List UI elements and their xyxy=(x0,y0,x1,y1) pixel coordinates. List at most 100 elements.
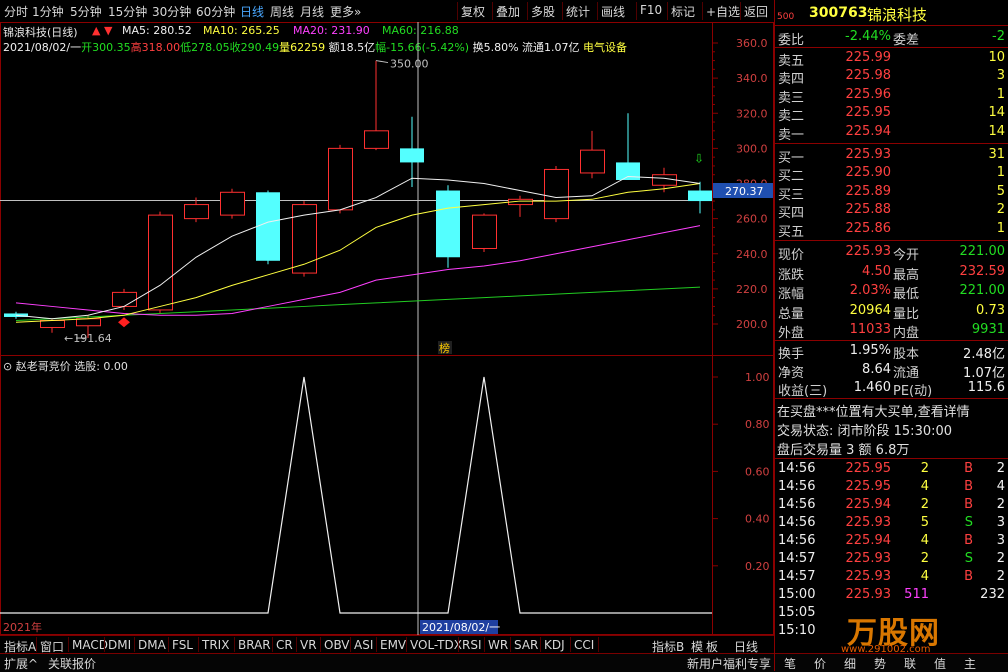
kline-chart[interactable]: 360.0340.0320.0300.0280.0260.0240.0220.0… xyxy=(0,0,774,635)
bid-volume: 5 xyxy=(996,183,1005,199)
chart-frame xyxy=(0,22,774,635)
fund-label: 换手 xyxy=(778,347,805,362)
divider xyxy=(775,398,1008,399)
indicator-tab-7[interactable]: BRAR xyxy=(238,638,271,652)
stat-label: 涨跌 xyxy=(778,267,805,283)
indicator-param: 选股: 0.00 xyxy=(74,360,128,373)
tick-count: 2 xyxy=(996,461,1005,476)
bid-row: 买一 225.93 31 xyxy=(775,146,1008,166)
indicator-name: 赵老哥竞价 xyxy=(15,360,71,373)
indicator-tab-9[interactable]: VR xyxy=(300,638,317,652)
bid-price[interactable]: 225.93 xyxy=(846,147,892,162)
indicator-header: ⊙ 赵老哥竞价 选股: 0.00 xyxy=(3,358,128,374)
ask-price[interactable]: 225.95 xyxy=(846,105,892,120)
tab-separator xyxy=(198,637,199,652)
indicator-tab-5[interactable]: FSL xyxy=(172,638,193,652)
tab-separator xyxy=(36,637,37,652)
ask-price[interactable]: 225.96 xyxy=(846,87,892,102)
candle-body-down xyxy=(400,148,424,163)
candle-body-up xyxy=(112,291,137,307)
ind-tick-label: 1.00 xyxy=(745,371,770,384)
indicator-tab-4[interactable]: DMA xyxy=(138,638,166,652)
expand-button[interactable]: 扩展^ xyxy=(4,655,38,672)
indicator-tab-12[interactable]: EMV xyxy=(380,638,406,652)
candle-body-up xyxy=(184,204,209,220)
divider xyxy=(775,143,1008,144)
indicator-toggle-icon[interactable]: ⊙ xyxy=(3,360,12,373)
bid-volume: 1 xyxy=(996,165,1005,181)
stat-label: 量比 xyxy=(893,306,920,322)
weibi-label: 委比 xyxy=(778,33,805,48)
newuser-benefit-link[interactable]: 新用户福利专享 xyxy=(687,655,771,672)
indicator-tab-11[interactable]: ASI xyxy=(354,638,373,652)
indicator-tab-17[interactable]: KDJ xyxy=(544,638,565,652)
indicator-tab-10[interactable]: OBV xyxy=(324,638,350,652)
tab-separator xyxy=(540,637,541,652)
ask-price[interactable]: 225.94 xyxy=(846,124,892,139)
bang-label[interactable]: 榜 xyxy=(439,341,450,355)
indicator-tab-18[interactable]: CCI xyxy=(574,638,594,652)
fund-value: 1.460 xyxy=(853,380,891,395)
tab-separator xyxy=(484,637,485,652)
candle-body-down xyxy=(256,192,280,261)
tick-count: 232 xyxy=(980,587,1005,602)
indicator-tab-15[interactable]: WR xyxy=(488,638,508,652)
tick-count: 2 xyxy=(996,497,1005,512)
divider xyxy=(775,25,1008,26)
bid-row: 买三 225.89 5 xyxy=(775,183,1008,203)
ask-label: 卖四 xyxy=(778,72,805,88)
bid-volume: 1 xyxy=(996,220,1005,236)
indicator-tab-13[interactable]: VOL-TDX xyxy=(410,638,462,652)
divider xyxy=(775,240,1008,241)
bid-price[interactable]: 225.86 xyxy=(846,221,892,236)
tab-separator xyxy=(376,637,377,652)
indicator-tab-3[interactable]: DMI xyxy=(108,638,131,652)
code-prefix: 500 xyxy=(777,12,795,22)
y-tick-label: 220.0 xyxy=(736,283,768,296)
y-tick-label: 240.0 xyxy=(736,248,768,261)
fund-label: 流通 xyxy=(893,365,920,381)
divider xyxy=(775,340,1008,341)
tick-row: 14:56 225.94 2 B 2 xyxy=(775,496,1008,514)
tick-side: S xyxy=(964,515,973,530)
ask-price[interactable]: 225.99 xyxy=(846,50,892,65)
tab-separator xyxy=(510,637,511,652)
fund-value: 1.07亿 xyxy=(963,365,1005,381)
bid-price[interactable]: 225.89 xyxy=(846,184,892,199)
stat-label: 最高 xyxy=(893,267,920,283)
stock-code: 300763 xyxy=(809,5,868,21)
indicator-tab-8[interactable]: CR xyxy=(276,638,293,652)
signal-arrow-icon: ⇩ xyxy=(694,151,704,165)
indicator-tab-16[interactable]: SAR xyxy=(514,638,538,652)
big-order-notice[interactable]: 在买盘***位置有大买单,查看详情 xyxy=(777,401,1008,420)
tick-price: 225.94 xyxy=(845,533,892,548)
ask-price[interactable]: 225.98 xyxy=(846,68,892,83)
watermark-url: www.291002.com xyxy=(841,644,931,655)
bid-price[interactable]: 225.90 xyxy=(846,165,892,180)
ask-label: 卖二 xyxy=(778,109,805,125)
tick-volume: 4 xyxy=(920,533,929,548)
tick-row: 14:57 225.93 4 B 2 xyxy=(775,568,1008,586)
divider xyxy=(775,458,1008,459)
related-quote-button[interactable]: 关联报价 xyxy=(48,655,96,672)
stat-value: 4.50 xyxy=(862,263,891,279)
bid-row: 买二 225.90 1 xyxy=(775,164,1008,184)
x-label-year: 2021年 xyxy=(3,620,42,634)
tab-separator xyxy=(272,637,273,652)
stat-row: 现价 225.93 今开 221.00 xyxy=(775,243,1008,263)
indicator-tab-6[interactable]: TRIX xyxy=(202,638,229,652)
tick-time: 15:05 xyxy=(778,605,816,620)
indicator-tab-14[interactable]: RSI xyxy=(462,638,482,652)
ask-volume: 1 xyxy=(996,86,1005,102)
tick-price: 225.94 xyxy=(845,497,892,512)
weicha-value: -2 xyxy=(992,29,1005,44)
stat-value: 11033 xyxy=(849,322,891,337)
candle-body-down xyxy=(688,190,712,202)
candle-body-up xyxy=(472,214,497,249)
ask-label: 卖一 xyxy=(778,127,805,143)
indicator-tab-2[interactable]: MACD xyxy=(72,638,108,652)
y-tick-label: 320.0 xyxy=(736,107,768,120)
bid-price[interactable]: 225.88 xyxy=(846,202,892,217)
stat-row: 涨幅 2.03% 最低 221.00 xyxy=(775,282,1008,302)
ask-volume: 14 xyxy=(988,123,1005,139)
